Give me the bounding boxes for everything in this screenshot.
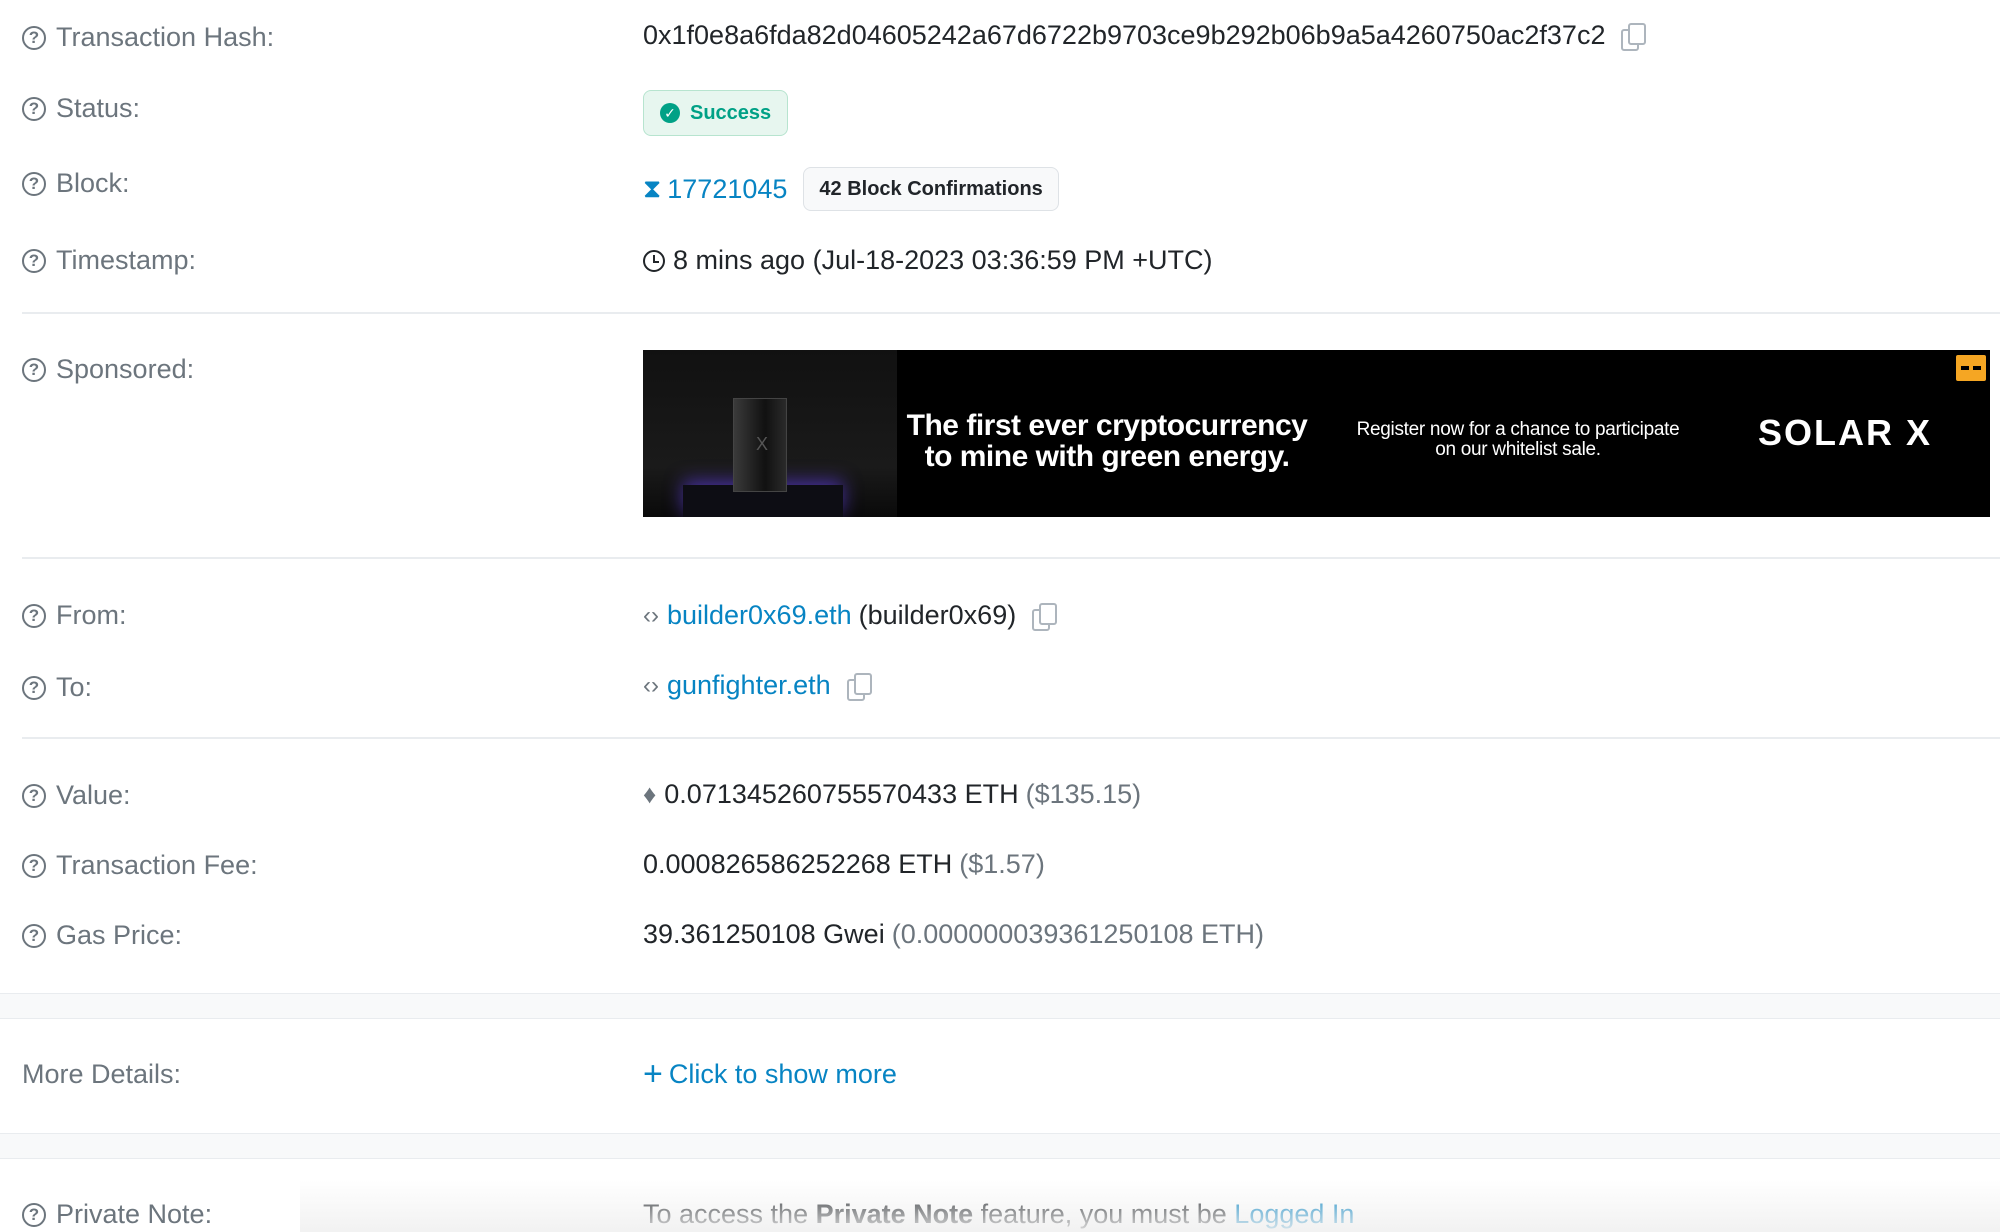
question-icon[interactable]: ? <box>22 171 46 196</box>
question-icon[interactable]: ? <box>22 248 46 273</box>
ad-subtext: Register now for a chance to participate… <box>1356 419 1680 460</box>
label-transaction-fee: ? Transaction Fee: <box>22 850 258 881</box>
block-value: ⧗ 17721045 42 Block Confirmations <box>643 167 1059 211</box>
to-value: ‹› gunfighter.eth <box>643 670 872 701</box>
value-value: ♦ 0.071345260755570433 ETH ($135.15) <box>643 779 1142 809</box>
sponsored-ad-banner[interactable]: X The first ever cryptocurrency to mine … <box>643 350 1990 517</box>
question-icon[interactable]: ? <box>22 675 46 700</box>
question-icon[interactable]: ? <box>22 25 46 50</box>
question-icon[interactable]: ? <box>22 603 46 628</box>
question-icon[interactable]: ? <box>22 1202 46 1227</box>
question-icon[interactable]: ? <box>22 923 46 948</box>
ad-brand-logo: SOLAR X <box>1758 412 1933 453</box>
from-address-link[interactable]: builder0x69.eth <box>667 600 852 631</box>
hourglass-icon: ⧗ <box>643 173 662 203</box>
timestamp-value: 8 mins ago (Jul-18-2023 03:36:59 PM +UTC… <box>643 245 1213 276</box>
label-timestamp: ? Timestamp: <box>22 245 196 276</box>
status-value: ✓ Success <box>643 90 789 136</box>
contract-icon: ‹› <box>643 671 659 699</box>
label-private-note: ? Private Note: <box>22 1199 212 1230</box>
copy-icon[interactable] <box>1032 602 1058 631</box>
section-separator <box>0 993 2000 1019</box>
label-value: ? Value: <box>22 780 131 811</box>
question-icon[interactable]: ? <box>22 783 46 808</box>
login-link[interactable]: Logged In <box>1234 1199 1354 1230</box>
copy-icon[interactable] <box>846 672 872 701</box>
adchoices-icon[interactable] <box>1956 355 1986 381</box>
label-block: ? Block: <box>22 168 130 199</box>
eth-icon: ♦ <box>643 779 657 809</box>
confirmations-badge: 42 Block Confirmations <box>803 167 1059 211</box>
from-alias: (builder0x69) <box>858 600 1017 630</box>
label-sponsored: ? Sponsored: <box>22 354 194 385</box>
copy-icon[interactable] <box>1621 22 1647 51</box>
label-status: ? Status: <box>22 93 140 124</box>
question-icon[interactable]: ? <box>22 357 46 382</box>
label-more-details: More Details: <box>22 1059 182 1089</box>
label-gas-price: ? Gas Price: <box>22 920 182 951</box>
section-separator <box>0 1133 2000 1159</box>
label-to: ? To: <box>22 672 92 703</box>
question-icon[interactable]: ? <box>22 853 46 878</box>
question-icon[interactable]: ? <box>22 96 46 121</box>
to-address-link[interactable]: gunfighter.eth <box>667 670 831 701</box>
divider <box>22 557 2000 559</box>
label-from: ? From: <box>22 600 127 631</box>
transaction-fee-value: 0.000826586252268 ETH ($1.57) <box>643 849 1045 879</box>
check-circle-icon: ✓ <box>660 103 680 123</box>
clock-icon <box>643 249 665 272</box>
ad-product-image: X <box>643 350 897 517</box>
divider <box>22 312 2000 314</box>
ad-headline: The first ever cryptocurrency to mine wi… <box>906 409 1308 473</box>
from-value: ‹› builder0x69.eth (builder0x69) <box>643 600 1058 631</box>
divider <box>22 737 2000 739</box>
transaction-hash[interactable]: 0x1f0e8a6fda82d04605242a67d6722b9703ce9b… <box>643 20 1605 51</box>
private-note-value: To access the Private Note feature, you … <box>643 1199 1355 1230</box>
plus-icon: + <box>643 1055 663 1093</box>
block-number-link[interactable]: 17721045 <box>667 174 787 205</box>
show-more-link[interactable]: + Click to show more <box>643 1057 897 1091</box>
label-transaction-hash: ? Transaction Hash: <box>22 22 274 53</box>
contract-icon: ‹› <box>643 601 659 629</box>
gas-price-value: 39.361250108 Gwei (0.000000039361250108 … <box>643 919 1264 949</box>
status-badge: ✓ Success <box>643 90 789 136</box>
transaction-hash-value: 0x1f0e8a6fda82d04605242a67d6722b9703ce9b… <box>643 20 1647 51</box>
